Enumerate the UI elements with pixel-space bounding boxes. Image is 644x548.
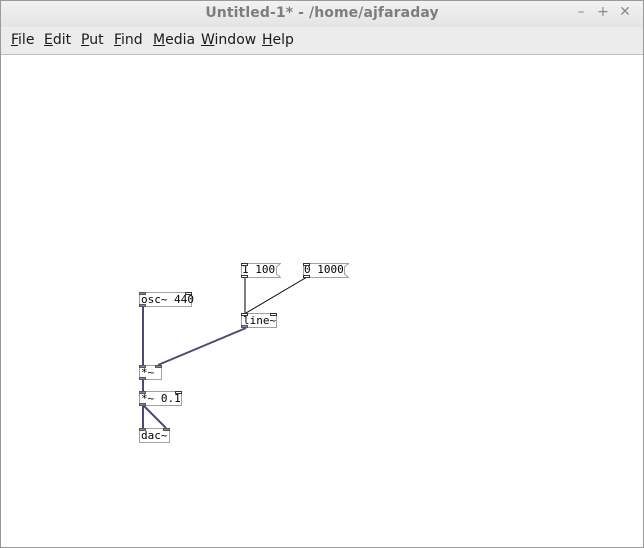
object-multiply-gain[interactable]: *~ 0.1 [139,391,182,406]
inlet-left[interactable] [139,292,146,295]
object-osc[interactable]: osc~ 440 [139,292,194,307]
title-bar[interactable]: Untitled-1* - /home/ajfaraday – + ✕ [1,1,643,27]
object-multiply[interactable]: *~ [139,365,162,380]
menu-file-label: ile [18,32,35,48]
menu-find[interactable]: Find [114,32,143,48]
menu-put-label: ut [89,32,104,48]
inlet-left[interactable] [241,313,248,316]
message-box-ramp-up[interactable]: 1 100 [241,263,281,278]
inlet-right[interactable] [270,313,277,316]
menu-help[interactable]: Help [262,32,294,48]
inlet-right[interactable] [155,365,162,368]
inlet-right[interactable] [175,391,182,394]
menu-find-mnemonic: F [114,32,122,48]
menu-edit-label: dit [52,32,72,48]
minimize-button[interactable]: – [573,4,589,20]
outlet[interactable] [139,403,146,406]
outlet[interactable] [241,275,248,278]
menu-window[interactable]: Window [201,32,256,48]
window-title: Untitled-1* - /home/ajfaraday [205,5,439,21]
outlet[interactable] [241,325,248,328]
inlet-right[interactable] [185,292,192,295]
menu-find-label: ind [121,32,143,48]
inlet-right[interactable] [163,428,170,431]
outlet[interactable] [303,275,310,278]
inlet-left[interactable] [139,428,146,431]
menu-edit-mnemonic: E [44,32,53,48]
object-text: dac~ [141,429,168,442]
menu-put-mnemonic: P [81,32,90,48]
outlet[interactable] [139,304,146,307]
menu-media-mnemonic: M [153,32,166,48]
menu-file-mnemonic: F [11,32,19,48]
inlet-left[interactable] [139,391,146,394]
object-text: osc~ 440 [141,293,194,306]
inlet[interactable] [303,263,310,266]
patch-canvas[interactable] [4,55,642,545]
outlet[interactable] [139,377,146,380]
menu-window-mnemonic: W [201,32,215,48]
menu-media-label: edia [165,32,196,48]
maximize-button[interactable]: + [595,4,611,20]
menu-help-mnemonic: H [262,32,273,48]
menu-media[interactable]: Media [153,32,195,48]
menu-put[interactable]: Put [81,32,104,48]
menu-window-label: indow [214,32,257,48]
inlet[interactable] [241,263,248,266]
object-text: *~ 0.1 [141,392,181,405]
object-dac[interactable]: dac~ [139,428,170,443]
object-line[interactable]: line~ [241,313,277,328]
menu-file[interactable]: File [11,32,34,48]
message-box-ramp-down[interactable]: 0 1000 [303,263,349,278]
inlet-left[interactable] [139,365,146,368]
close-button[interactable]: ✕ [617,4,633,20]
menu-help-label: elp [272,32,294,48]
menu-bar: File Edit Put Find Media Window Help [1,27,643,55]
menu-edit[interactable]: Edit [44,32,71,48]
